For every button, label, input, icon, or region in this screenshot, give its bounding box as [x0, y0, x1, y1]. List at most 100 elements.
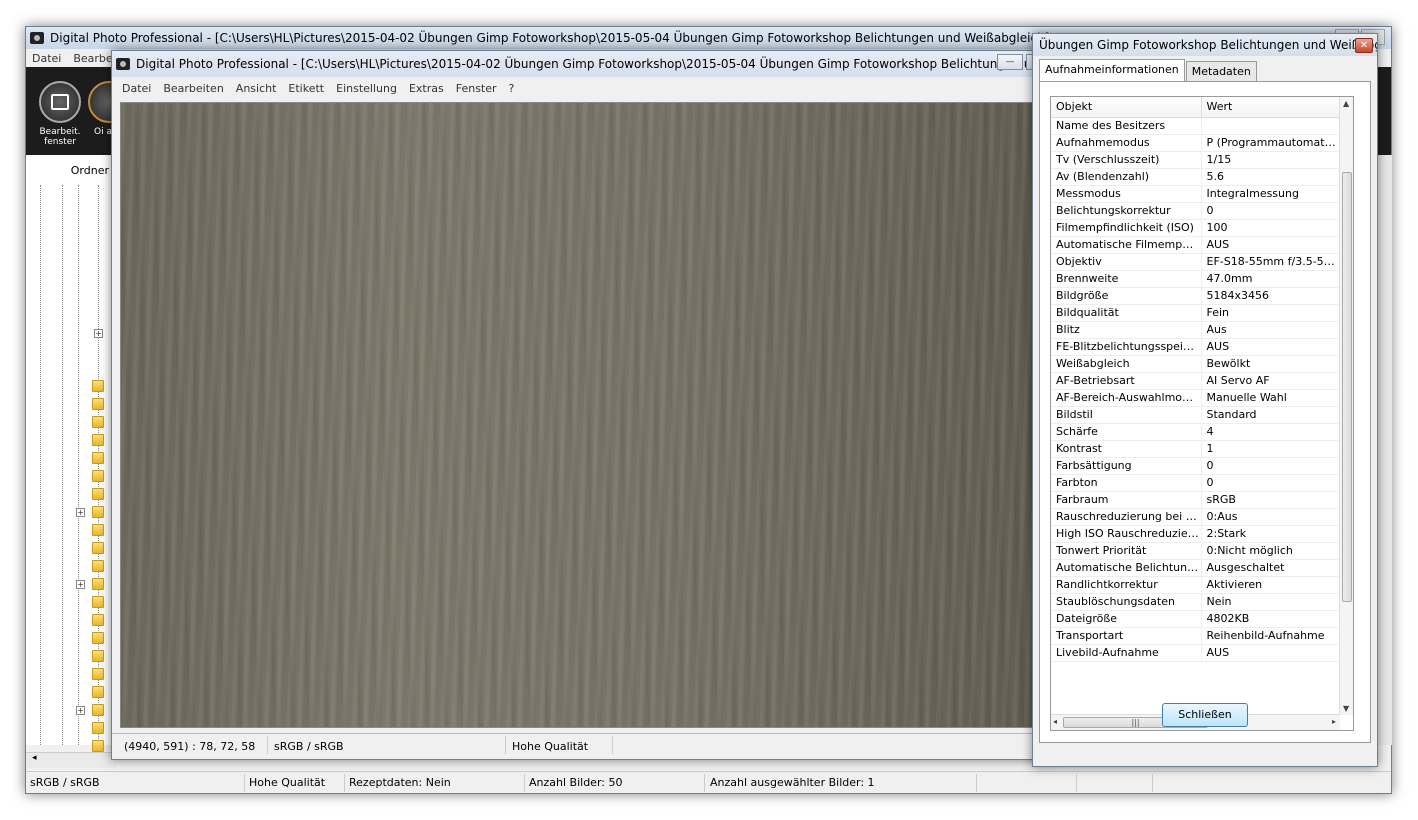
- folder-icon[interactable]: [92, 668, 104, 680]
- tree-expand-icon[interactable]: +: [76, 508, 85, 517]
- folder-icon[interactable]: [92, 542, 104, 554]
- table-row[interactable]: Bildqualität Fein: [1051, 304, 1340, 322]
- menu-einstellung[interactable]: Einstellung: [336, 82, 397, 95]
- menu-extras[interactable]: Extras: [409, 82, 444, 95]
- table-row[interactable]: AF-Bereich-Auswahlmodus Manuelle Wahl: [1051, 389, 1340, 407]
- table-row[interactable]: Tonwert Priorität 0:Nicht möglich: [1051, 542, 1340, 560]
- folder-icon[interactable]: [92, 596, 104, 608]
- folder-icon[interactable]: [92, 506, 104, 518]
- scroll-right-icon[interactable]: ▸: [1332, 717, 1336, 726]
- table-row[interactable]: Rauschreduzierung bei Lan... 0:Aus: [1051, 508, 1340, 526]
- folder-icon[interactable]: [92, 398, 104, 410]
- table-row[interactable]: Farbsättigung 0: [1051, 457, 1340, 475]
- tree-expand-icon[interactable]: +: [76, 580, 85, 589]
- folder-icon[interactable]: [92, 524, 104, 536]
- image-window-title-bar[interactable]: Digital Photo Professional - [C:\Users\H…: [112, 51, 1056, 77]
- table-row[interactable]: FE-Blitzbelichtungsspeicher... AUS: [1051, 338, 1340, 356]
- folder-icon[interactable]: [92, 614, 104, 626]
- table-row[interactable]: Weißabgleich Bewölkt: [1051, 355, 1340, 373]
- table-row[interactable]: High ISO Rauschreduzierung 2:Stark: [1051, 525, 1340, 543]
- table-row[interactable]: AF-Betriebsart AI Servo AF: [1051, 372, 1340, 390]
- folder-icon[interactable]: [92, 722, 104, 734]
- menu-datei[interactable]: Datei: [32, 52, 61, 65]
- folder-icon[interactable]: [92, 578, 104, 590]
- table-row[interactable]: Blitz Aus: [1051, 321, 1340, 339]
- tree-expand-icon[interactable]: +: [94, 329, 103, 338]
- folder-icon[interactable]: [92, 470, 104, 482]
- table-row[interactable]: Transportart Reihenbild-Aufnahme: [1051, 627, 1340, 645]
- table-row[interactable]: Automatische Filmempfindli...AUS: [1051, 236, 1340, 254]
- table-row[interactable]: Name des Besitzers: [1051, 117, 1340, 135]
- folder-icon[interactable]: [92, 686, 104, 698]
- table-row[interactable]: Bildgröße 5184x3456: [1051, 287, 1340, 305]
- scroll-thumb[interactable]: [1342, 172, 1352, 602]
- folder-icon[interactable]: [92, 740, 104, 752]
- tab-shooting-info[interactable]: Aufnahmeinformationen: [1039, 59, 1185, 81]
- table-row[interactable]: Automatische Belichtungso... Ausgeschalte…: [1051, 559, 1340, 577]
- folder-tree[interactable]: + + + +: [26, 185, 116, 752]
- table-row[interactable]: Staublöschungsdaten Nein: [1051, 593, 1340, 611]
- table-row[interactable]: Filmempfindlichkeit (ISO) 100: [1051, 219, 1340, 237]
- tree-expand-icon[interactable]: +: [76, 706, 85, 715]
- table-row[interactable]: Dateigröße 4802KB: [1051, 610, 1340, 628]
- folder-icon[interactable]: [92, 416, 104, 428]
- folder-icon[interactable]: [92, 704, 104, 716]
- menu-bearbeiten[interactable]: Bearbe: [73, 52, 112, 65]
- folder-icon[interactable]: [92, 452, 104, 464]
- menu-datei[interactable]: Datei: [122, 82, 151, 95]
- tab-metadata[interactable]: Metadaten: [1185, 61, 1257, 81]
- menu-fenster[interactable]: Fenster: [456, 82, 497, 95]
- row-object: Bildqualität: [1051, 304, 1202, 322]
- dialog-title-bar[interactable]: Übungen Gimp Fotoworkshop Belichtungen u…: [1033, 34, 1377, 56]
- folder-icon[interactable]: [92, 632, 104, 644]
- folder-icon[interactable]: [92, 650, 104, 662]
- folder-icon[interactable]: [92, 380, 104, 392]
- table-row[interactable]: Farbton 0: [1051, 474, 1340, 492]
- tree-horizontal-scrollbar[interactable]: ◂: [26, 752, 116, 768]
- scroll-up-icon[interactable]: ▲: [1343, 99, 1349, 108]
- folder-icon[interactable]: [92, 434, 104, 446]
- table-row[interactable]: Messmodus Integralmessung: [1051, 185, 1340, 203]
- table-row[interactable]: Brennweite 47.0mm: [1051, 270, 1340, 288]
- column-header-value[interactable]: Wert: [1201, 97, 1340, 118]
- edit-window-button[interactable]: Bearbeit. fenster: [30, 81, 90, 147]
- menu-bearbeiten[interactable]: Bearbeiten: [163, 82, 223, 95]
- table-row[interactable]: Aufnahmemodus P (Programmautomatik): [1051, 134, 1340, 152]
- row-value: 1: [1201, 440, 1340, 458]
- row-object: Blitz: [1051, 321, 1202, 339]
- scroll-down-icon[interactable]: ▼: [1343, 704, 1349, 713]
- row-object: Weißabgleich: [1051, 355, 1202, 373]
- scroll-left-icon[interactable]: ◂: [32, 753, 37, 763]
- close-button[interactable]: Schließen: [1162, 703, 1248, 727]
- column-header-object[interactable]: Objekt: [1051, 97, 1202, 118]
- row-object: FE-Blitzbelichtungsspeicher...: [1051, 338, 1202, 356]
- vertical-scrollbar[interactable]: ▲ ▼: [1339, 97, 1353, 715]
- folder-icon[interactable]: [92, 560, 104, 572]
- table-row[interactable]: Randlichtkorrektur Aktivieren: [1051, 576, 1340, 594]
- menu-help[interactable]: ?: [509, 82, 515, 95]
- table-row[interactable]: Tv (Verschlusszeit) 1/15: [1051, 151, 1340, 169]
- folder-icon[interactable]: [92, 488, 104, 500]
- table-row[interactable]: Schärfe 4: [1051, 423, 1340, 441]
- table-row[interactable]: ObjektivEF-S18-55mm f/3.5-5.6 IS I: [1051, 253, 1340, 271]
- tab-panel: Objekt Wert Name des Besitzers Aufnahmemo…: [1039, 81, 1371, 743]
- close-icon[interactable]: ✕: [1355, 38, 1373, 53]
- table-row[interactable]: Av (Blendenzahl) 5.6: [1051, 168, 1340, 186]
- menu-etikett[interactable]: Etikett: [288, 82, 324, 95]
- info-grid[interactable]: Objekt Wert Name des Besitzers Aufnahmemo…: [1050, 96, 1354, 731]
- table-row[interactable]: Bildstil Standard: [1051, 406, 1340, 424]
- status-color-space: sRGB / sRGB: [30, 776, 100, 789]
- table-row[interactable]: Livebild-Aufnahme AUS: [1051, 644, 1340, 662]
- folder-tab[interactable]: Ordner: [26, 155, 116, 185]
- main-status-bar: sRGB / sRGB Hohe Qualität Rezeptdaten: N…: [26, 771, 1391, 793]
- table-row[interactable]: Kontrast 1: [1051, 440, 1340, 458]
- minimize-button[interactable]: —: [997, 54, 1023, 70]
- photo-canvas[interactable]: [120, 102, 1050, 728]
- row-value: 5.6: [1201, 168, 1340, 186]
- scroll-left-icon[interactable]: ◂: [1053, 717, 1057, 726]
- table-row[interactable]: Farbraum sRGB: [1051, 491, 1340, 509]
- row-value: 47.0mm: [1201, 270, 1340, 288]
- row-value: 0: [1201, 474, 1340, 492]
- menu-ansicht[interactable]: Ansicht: [236, 82, 277, 95]
- table-row[interactable]: Belichtungskorrektur 0: [1051, 202, 1340, 220]
